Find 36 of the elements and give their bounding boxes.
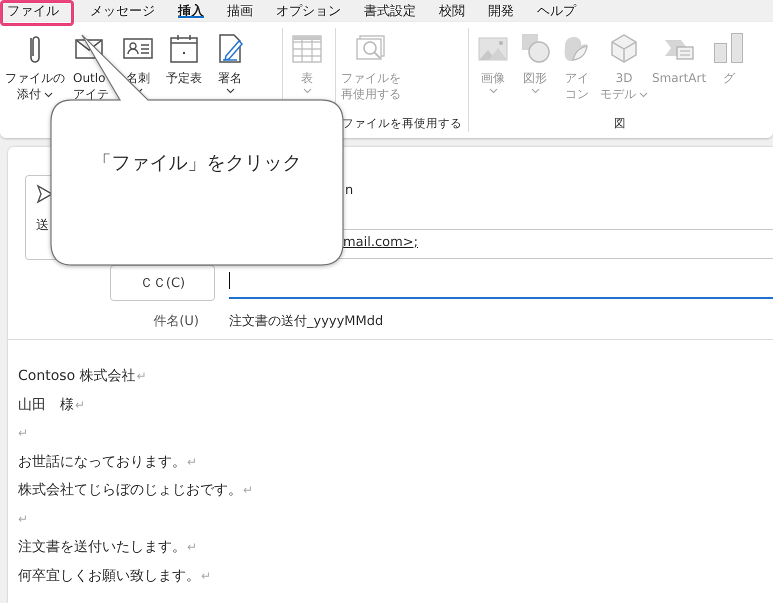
body-text: Contoso 株式会社: [18, 367, 136, 386]
ribbon-tab[interactable]: 校閲: [432, 0, 472, 26]
ribbon-tab[interactable]: ヘルプ: [530, 0, 583, 26]
from-address: n: [344, 182, 354, 200]
body-text: お世話になっております。: [18, 452, 186, 471]
paragraph-mark: ↵: [18, 512, 28, 526]
ribbon-tab[interactable]: メッセージ: [83, 0, 162, 26]
group-label: 図: [614, 115, 626, 132]
chart-icon: [713, 32, 746, 64]
paragraph-mark: ↵: [18, 426, 28, 440]
ribbon-button[interactable]: 署名: [210, 28, 250, 114]
group-label: ファイルを再使用する: [342, 115, 462, 132]
ribbon-button[interactable]: 予定表: [164, 28, 204, 114]
calendar-icon: [168, 32, 200, 64]
body-text: 山田 様: [18, 396, 74, 414]
paragraph-mark: ↵: [243, 483, 254, 498]
ribbon-button[interactable]: Outlo アイテ: [72, 28, 112, 114]
ribbon-tab[interactable]: 書式設定: [357, 0, 423, 26]
paragraph-mark: ↵: [136, 369, 147, 384]
paragraph-mark: ↵: [187, 540, 198, 554]
body-text: 株式会社てじらぼのじょじおです。: [18, 481, 242, 500]
paragraph-mark: ↵: [187, 454, 198, 469]
ribbon-tab[interactable]: 描画: [220, 0, 260, 26]
body-text: 何卒宜しくお願い致します。: [18, 566, 200, 585]
ribbon-tab[interactable]: 開発: [481, 0, 521, 26]
ribbon-button[interactable]: ファイルの 添付: [4, 28, 66, 114]
cc-button[interactable]: ＣＣ(C): [110, 265, 215, 301]
subject-field[interactable]: 注文書の送付_yyyyMMdd: [229, 302, 773, 340]
ribbon-tab[interactable]: ファイル: [0, 0, 74, 26]
body-text: 注文書を送付いたします。: [18, 538, 186, 556]
subject-label: 件名(U): [153, 313, 199, 331]
paragraph-mark: ↵: [201, 568, 212, 583]
cc-field[interactable]: [229, 260, 773, 299]
paragraph-mark: ↵: [75, 398, 86, 412]
ribbon-tab[interactable]: オプション: [269, 0, 348, 26]
shapes-icon: [519, 32, 551, 64]
